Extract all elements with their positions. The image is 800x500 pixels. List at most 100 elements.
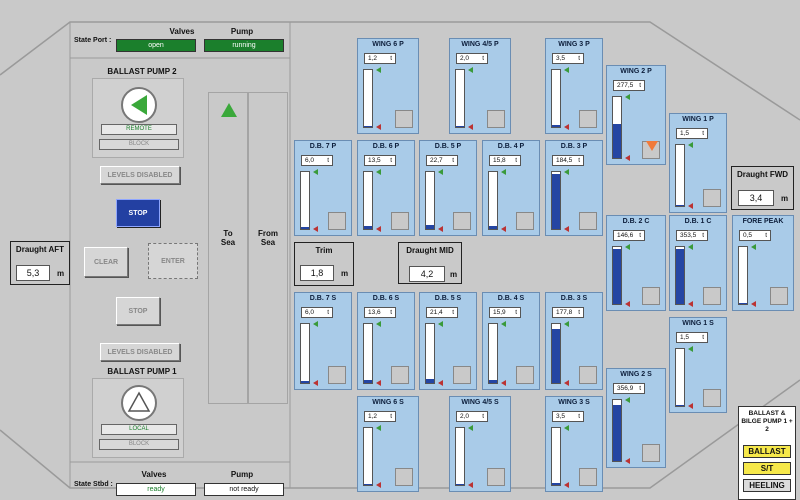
tank-value: 177,8 t [552, 307, 584, 318]
tank-value-number: 1,2 [368, 55, 378, 62]
tank-wing1p[interactable]: WING 1 P 1,5 t [669, 113, 727, 213]
tank-valve-button[interactable] [487, 468, 505, 486]
tank-level-gauge [612, 399, 622, 462]
tank-valve-button[interactable] [516, 212, 534, 230]
tank-level-fill [552, 173, 560, 229]
levels-disabled-button-2[interactable]: LEVELS DISABLED [100, 166, 180, 184]
tank-level-gauge [612, 96, 622, 159]
valves-status-port: open [116, 39, 196, 52]
pump-2-block-button[interactable]: BLOCK [99, 139, 179, 150]
tank-db2c[interactable]: D.B. 2 C 146,6 t [606, 215, 666, 311]
tank-valve-button[interactable] [579, 468, 597, 486]
tank-value: 1,2 t [364, 53, 396, 64]
tank-value-unit: t [390, 157, 392, 164]
tank-value-number: 6,0 [305, 157, 315, 164]
tank-valve-button[interactable] [487, 110, 505, 128]
tank-valve-button[interactable] [395, 110, 413, 128]
tank-db6s[interactable]: D.B. 6 S 13,6 t [357, 292, 415, 390]
valves-status-stbd: ready [116, 483, 196, 496]
pump-1-icon[interactable] [121, 385, 157, 421]
to-sea-column[interactable] [208, 92, 248, 404]
tank-wing6s[interactable]: WING 6 S 1,2 t [357, 396, 419, 492]
level-flag-icon [468, 67, 473, 73]
tank-value-number: 1,2 [368, 413, 378, 420]
level-flag-icon [501, 321, 506, 327]
tank-valve-button[interactable] [391, 212, 409, 230]
tank-valve-button[interactable] [516, 366, 534, 384]
tank-level-fill [489, 226, 497, 229]
tank-db3s[interactable]: D.B. 3 S 177,8 t [545, 292, 603, 390]
level-flag-icon [501, 169, 506, 175]
tank-name: D.B. 4 S [497, 295, 525, 302]
tank-valve-button[interactable] [703, 189, 721, 207]
tank-level-gauge [425, 171, 435, 230]
tank-level-fill [456, 125, 464, 127]
trim-title: Trim [315, 246, 333, 255]
low-level-marker-icon [688, 403, 693, 409]
heeling-mode-button[interactable]: HEELING [743, 479, 791, 492]
pump-1-block-button[interactable]: BLOCK [99, 439, 179, 450]
to-sea-label: To Sea [220, 229, 236, 247]
tank-level-fill [613, 404, 621, 461]
tank-value: 22,7 t [426, 155, 458, 166]
tank-wing3p[interactable]: WING 3 P 3,5 t [545, 38, 603, 134]
tank-db6p[interactable]: D.B. 6 P 13,5 t [357, 140, 415, 236]
tank-name: D.B. 5 S [434, 295, 462, 302]
tank-valve-button[interactable] [579, 110, 597, 128]
tank-level-fill [364, 380, 372, 383]
tank-wing3s[interactable]: WING 3 S 3,5 t [545, 396, 603, 492]
tank-valve-button[interactable] [642, 444, 660, 462]
stop-button-pump-1[interactable]: STOP [116, 297, 160, 325]
st-mode-button[interactable]: S/T [743, 462, 791, 475]
tank-valve-button[interactable] [328, 366, 346, 384]
tank-value: 13,6 t [364, 307, 396, 318]
tank-valve-button[interactable] [453, 366, 471, 384]
tank-valve-button[interactable] [391, 366, 409, 384]
tank-db7p[interactable]: D.B. 7 P 6,0 t [294, 140, 352, 236]
tank-valve-button[interactable] [328, 212, 346, 230]
tank-wing2p[interactable]: WING 2 P 277,5 t [606, 65, 666, 165]
tank-valve-button[interactable] [703, 287, 721, 305]
tank-forepeak[interactable]: FORE PEAK 0,5 t [732, 215, 794, 311]
tank-value-unit: t [452, 157, 454, 164]
tank-name: D.B. 2 C [622, 218, 650, 225]
tank-name: WING 4/5 P [461, 41, 499, 48]
levels-disabled-button-1[interactable]: LEVELS DISABLED [100, 343, 180, 361]
clear-button[interactable]: CLEAR [84, 247, 128, 277]
from-sea-column[interactable] [248, 92, 288, 404]
tank-wing2s[interactable]: WING 2 S 356,9 t [606, 368, 666, 468]
stop-button-pump-2[interactable]: STOP [116, 199, 160, 227]
enter-button[interactable]: ENTER [148, 243, 198, 279]
tank-db4s[interactable]: D.B. 4 S 15,9 t [482, 292, 540, 390]
tank-valve-button[interactable] [703, 389, 721, 407]
from-sea-label: From Sea [258, 229, 278, 247]
tank-valve-button[interactable] [453, 212, 471, 230]
tank-level-gauge [675, 144, 685, 207]
tank-value: 6,0 t [301, 155, 333, 166]
tank-valve-button[interactable] [579, 366, 597, 384]
legend-panel: BALLAST & BILGE PUMP 1 + 2 BALLAST S/T H… [738, 406, 796, 500]
tank-valve-button[interactable] [395, 468, 413, 486]
tank-valve-button[interactable] [770, 287, 788, 305]
tank-db5p[interactable]: D.B. 5 P 22,7 t [419, 140, 477, 236]
tank-value: 21,4 t [426, 307, 458, 318]
tank-wing45p[interactable]: WING 4/5 P 2,0 t [449, 38, 511, 134]
ballast-mode-button[interactable]: BALLAST [743, 445, 791, 458]
tank-db5s[interactable]: D.B. 5 S 21,4 t [419, 292, 477, 390]
tank-value: 277,5 t [613, 80, 645, 91]
tank-db7s[interactable]: D.B. 7 S 6,0 t [294, 292, 352, 390]
tank-wing45s[interactable]: WING 4/5 S 2,0 t [449, 396, 511, 492]
tank-wing6p[interactable]: WING 6 P 1,2 t [357, 38, 419, 134]
tank-db1c[interactable]: D.B. 1 C 353,5 t [669, 215, 727, 311]
pump-2-icon[interactable] [121, 87, 157, 123]
tank-valve-button[interactable] [642, 287, 660, 305]
tank-value-number: 3,5 [556, 55, 566, 62]
tank-db3p[interactable]: D.B. 3 P 184,5 t [545, 140, 603, 236]
tank-name: D.B. 6 S [372, 295, 400, 302]
low-level-marker-icon [625, 301, 630, 307]
draught-aft-title: Draught AFT [15, 245, 65, 254]
tank-name: D.B. 4 P [497, 143, 525, 150]
tank-wing1s[interactable]: WING 1 S 1,5 t [669, 317, 727, 413]
tank-valve-button[interactable] [579, 212, 597, 230]
tank-db4p[interactable]: D.B. 4 P 15,8 t [482, 140, 540, 236]
